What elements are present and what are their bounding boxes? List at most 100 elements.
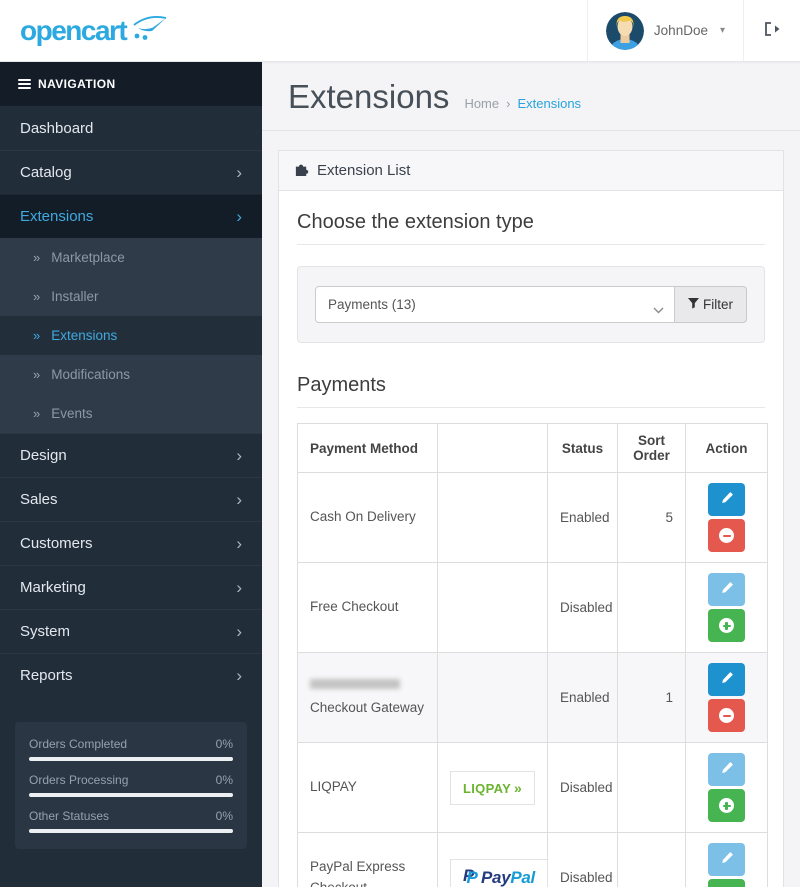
- pencil-icon: [721, 852, 733, 867]
- action-buttons: [692, 573, 761, 643]
- status-cell: Disabled: [547, 742, 618, 834]
- guillemet-icon: »: [33, 406, 41, 421]
- chevron-right-icon: ›: [236, 666, 242, 685]
- install-button[interactable]: [708, 609, 745, 643]
- payment-method-cell: PayPal Express Checkout: [297, 832, 438, 887]
- sidebar-item-catalog[interactable]: Catalog ›: [0, 150, 262, 194]
- stat-label: Orders Processing: [29, 773, 129, 787]
- breadcrumb-extensions-link[interactable]: Extensions: [517, 96, 581, 111]
- liqpay-arrows-icon: »: [514, 779, 522, 796]
- order-stats-card: Orders Completed 0% Orders Processing 0% Oth…: [15, 722, 247, 849]
- username: JohnDoe: [653, 23, 708, 38]
- sidebar-subitem-events[interactable]: » Events: [0, 394, 262, 433]
- chevron-right-icon: ›: [236, 446, 242, 465]
- filter-well: Payments (13) Filter: [297, 266, 765, 344]
- stat-label: Other Statuses: [29, 809, 110, 823]
- chevron-right-icon: ›: [236, 534, 242, 553]
- sidebar-subitem-extensions[interactable]: » Extensions: [0, 316, 262, 355]
- edit-button-disabled[interactable]: [708, 753, 745, 787]
- pencil-icon: [721, 762, 733, 777]
- main-content: Extensions Home › Extensions Extension L…: [262, 62, 800, 887]
- sidebar-subitem-modifications[interactable]: » Modifications: [0, 355, 262, 394]
- table-row: Checkout Gateway Enabled 1: [297, 652, 768, 744]
- install-button[interactable]: [708, 879, 745, 887]
- payments-heading: Payments: [297, 374, 765, 409]
- opencart-logo[interactable]: opencart: [0, 0, 262, 61]
- sort-order-cell: [617, 742, 686, 834]
- stat-value: 0%: [215, 737, 233, 751]
- chevron-right-icon: ›: [236, 622, 242, 641]
- payment-logo-cell: LIQPAY»: [437, 742, 548, 834]
- sidebar-subitem-label: Installer: [51, 289, 99, 304]
- nav-header-label: NAVIGATION: [38, 77, 116, 91]
- sidebar-subitem-label: Marketplace: [51, 250, 125, 265]
- sidebar-item-label: Extensions: [20, 208, 94, 225]
- logout-button[interactable]: [744, 0, 800, 61]
- chevron-right-icon: ›: [236, 207, 242, 226]
- action-cell: [685, 742, 768, 834]
- edit-button-disabled[interactable]: [708, 573, 745, 607]
- sidebar-item-marketing[interactable]: Marketing ›: [0, 565, 262, 609]
- progress-bar: [29, 757, 233, 761]
- action-buttons: [692, 663, 761, 733]
- sidebar-item-sales[interactable]: Sales ›: [0, 477, 262, 521]
- sort-order-cell: [617, 832, 686, 887]
- table-row: Cash On Delivery Enabled 5: [297, 472, 768, 564]
- payments-table-body: Cash On Delivery Enabled 5 Free Checkout Dis…: [297, 472, 768, 887]
- payment-method-cell: Checkout Gateway: [297, 652, 438, 744]
- sidebar-submenu: » Marketplace » Installer » Extensions » Modifi…: [0, 238, 262, 433]
- sidebar-item-dashboard[interactable]: Dashboard: [0, 106, 262, 150]
- edit-button[interactable]: [708, 663, 745, 697]
- payment-method-cell: Free Checkout: [297, 562, 438, 654]
- status-cell: Enabled: [547, 652, 618, 744]
- sidebar-subitem-marketplace[interactable]: » Marketplace: [0, 238, 262, 277]
- page-title: Extensions: [288, 78, 450, 115]
- edit-button[interactable]: [708, 483, 745, 517]
- uninstall-button[interactable]: [708, 699, 745, 733]
- plus-circle-icon: [719, 618, 734, 634]
- minus-circle-icon: [719, 708, 734, 724]
- sidebar-item-customers[interactable]: Customers ›: [0, 521, 262, 565]
- sort-order-cell: 5: [617, 472, 686, 564]
- sidebar-subitem-installer[interactable]: » Installer: [0, 277, 262, 316]
- order-stat: Orders Completed 0%: [29, 737, 233, 761]
- payment-logo-cell: [437, 472, 548, 564]
- funnel-icon: [688, 297, 699, 312]
- edit-button-disabled[interactable]: [708, 843, 745, 877]
- column-header-status: Status: [547, 423, 618, 474]
- sidebar-item-reports[interactable]: Reports ›: [0, 653, 262, 697]
- filter-button-label: Filter: [703, 297, 733, 313]
- guillemet-icon: »: [33, 328, 41, 343]
- status-cell: Enabled: [547, 472, 618, 564]
- sidebar-item-design[interactable]: Design ›: [0, 433, 262, 477]
- user-menu[interactable]: JohnDoe ▾: [586, 0, 744, 61]
- column-header-action: Action: [685, 423, 768, 474]
- sidebar-item-label: Design: [20, 447, 67, 464]
- sidebar-item-label: Reports: [20, 667, 73, 684]
- payment-method-name: LIQPAY: [310, 779, 357, 795]
- sidebar-item-label: Marketing: [20, 579, 86, 596]
- chevron-right-icon: ›: [236, 163, 242, 182]
- payments-table: Payment Method Status Sort Order Action Cas…: [297, 423, 768, 887]
- plus-circle-icon: [719, 798, 734, 814]
- uninstall-button[interactable]: [708, 519, 745, 553]
- extension-type-select[interactable]: Payments (13): [315, 286, 675, 324]
- breadcrumb: Home › Extensions: [464, 96, 581, 111]
- progress-bar: [29, 829, 233, 833]
- sidebar-item-label: Catalog: [20, 164, 72, 181]
- payment-method-name: PayPal Express Checkout: [310, 858, 406, 887]
- stat-value: 0%: [215, 809, 233, 823]
- pencil-icon: [721, 672, 733, 687]
- install-button[interactable]: [708, 789, 745, 823]
- stat-value: 0%: [215, 773, 233, 787]
- sidebar-item-system[interactable]: System ›: [0, 609, 262, 653]
- table-row: PayPal Express CheckoutPPPayPalDisabled: [297, 832, 768, 887]
- hamburger-icon: [18, 79, 31, 89]
- opencart-logo-text: opencart: [20, 14, 128, 46]
- breadcrumb-home[interactable]: Home: [464, 96, 499, 111]
- paypal-word-pay: Pay: [481, 867, 511, 887]
- sidebar-item-extensions[interactable]: Extensions ›: [0, 194, 262, 238]
- stat-label: Orders Completed: [29, 737, 128, 751]
- column-header-sort-order: Sort Order: [617, 423, 686, 474]
- filter-button[interactable]: Filter: [675, 286, 747, 324]
